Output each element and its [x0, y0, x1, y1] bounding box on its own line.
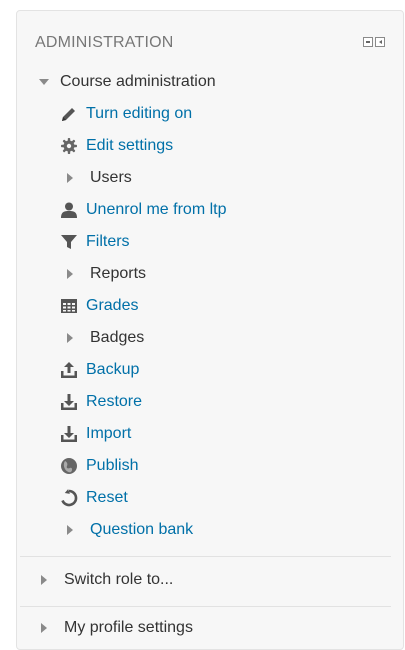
import-link[interactable]: Import	[60, 422, 131, 446]
my-profile-settings-label: My profile settings	[64, 619, 193, 636]
edit-settings-label: Edit settings	[86, 137, 174, 154]
expand-arrow-icon	[38, 619, 50, 637]
reset-link[interactable]: Reset	[60, 486, 128, 510]
restore-label: Restore	[86, 393, 143, 410]
reset-icon	[60, 489, 78, 507]
switch-role-node[interactable]: Switch role to...	[38, 568, 173, 592]
grades-table-icon	[60, 297, 78, 315]
users-label: Users	[90, 169, 132, 186]
expand-arrow-icon	[64, 169, 76, 187]
restore-download-icon	[60, 393, 78, 411]
publish-link[interactable]: Publish	[60, 454, 138, 478]
switch-role-label: Switch role to...	[64, 571, 174, 588]
import-download-icon	[60, 425, 78, 443]
course-administration-node[interactable]: Course administration	[38, 70, 216, 94]
block-header: ADMINISTRATION	[35, 31, 387, 55]
unenrol-link[interactable]: Unenrol me from ltp	[60, 198, 227, 222]
expand-arrow-icon	[38, 571, 50, 589]
import-label: Import	[86, 425, 132, 442]
my-profile-settings-node[interactable]: My profile settings	[38, 616, 193, 640]
gear-icon	[60, 137, 78, 155]
collapse-arrow-icon	[38, 73, 50, 91]
badges-label: Badges	[90, 329, 145, 346]
expand-arrow-icon	[64, 521, 76, 539]
grades-link[interactable]: Grades	[60, 294, 138, 318]
edit-settings-link[interactable]: Edit settings	[60, 134, 173, 158]
turn-editing-on-label: Turn editing on	[86, 105, 193, 122]
globe-icon	[60, 457, 78, 475]
reports-label: Reports	[90, 265, 147, 282]
expand-arrow-icon	[64, 329, 76, 347]
divider	[20, 556, 391, 557]
block-title: ADMINISTRATION	[35, 34, 174, 51]
expand-arrow-icon	[64, 265, 76, 283]
question-bank-node[interactable]: Question bank	[64, 518, 193, 542]
badges-node[interactable]: Badges	[64, 326, 144, 350]
user-icon	[60, 201, 78, 219]
filter-icon	[60, 233, 78, 251]
filters-link[interactable]: Filters	[60, 230, 130, 254]
publish-label: Publish	[86, 457, 139, 474]
hide-block-icon[interactable]	[363, 37, 373, 47]
dock-block-icon[interactable]	[375, 37, 385, 47]
backup-link[interactable]: Backup	[60, 358, 139, 382]
course-administration-label: Course administration	[60, 73, 216, 90]
grades-label: Grades	[86, 297, 139, 314]
users-node[interactable]: Users	[64, 166, 132, 190]
reset-label: Reset	[86, 489, 128, 506]
filters-label: Filters	[86, 233, 130, 250]
backup-upload-icon	[60, 361, 78, 379]
block-controls	[363, 37, 385, 47]
restore-link[interactable]: Restore	[60, 390, 142, 414]
question-bank-label: Question bank	[90, 521, 194, 538]
turn-editing-on-link[interactable]: Turn editing on	[60, 102, 192, 126]
divider	[20, 606, 391, 607]
unenrol-label: Unenrol me from ltp	[86, 201, 227, 218]
reports-node[interactable]: Reports	[64, 262, 146, 286]
pencil-icon	[60, 105, 78, 123]
backup-label: Backup	[86, 361, 140, 378]
